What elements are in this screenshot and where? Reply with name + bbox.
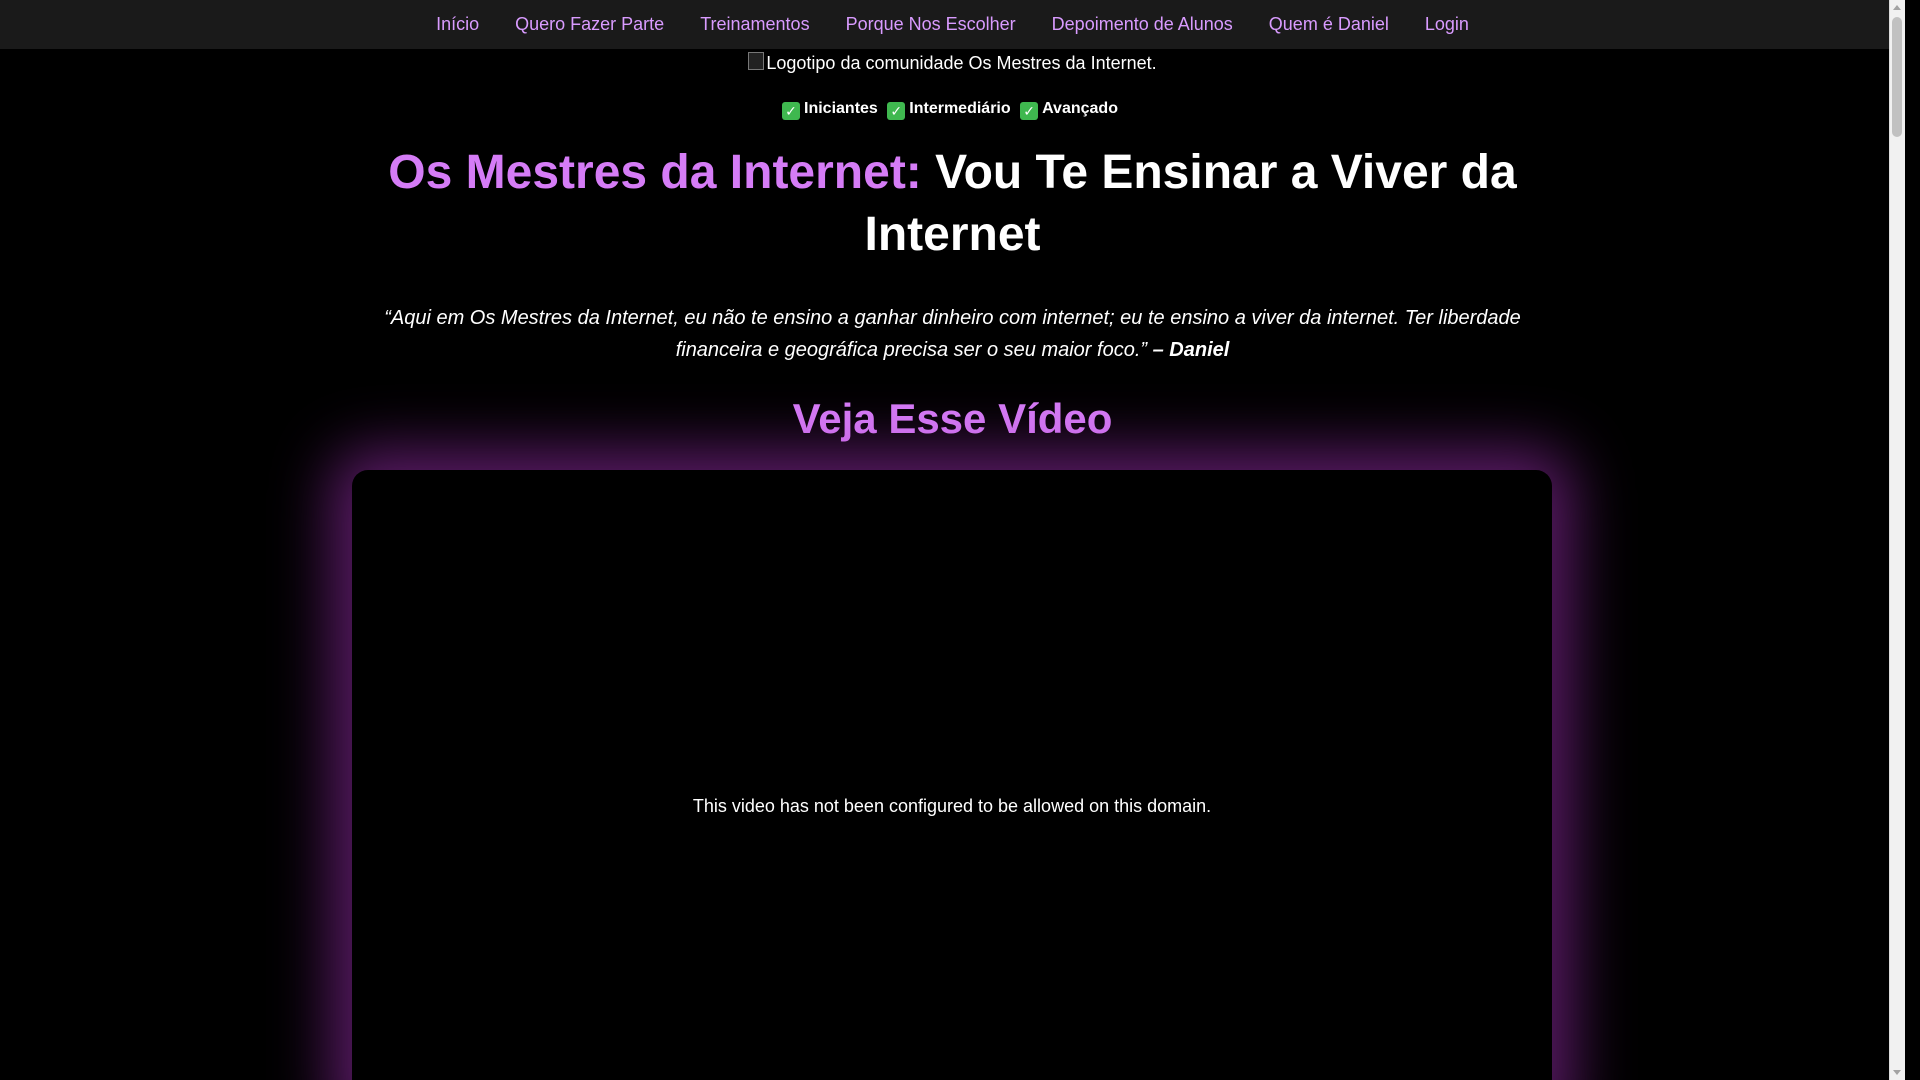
check-mark-icon: ✓ [887, 102, 906, 120]
founder-quote: “Aqui em Os Mestres da Internet, eu não … [383, 302, 1523, 366]
scrollbar-thumb[interactable] [1892, 17, 1902, 137]
nav-link-quem-e-daniel[interactable]: Quem é Daniel [1251, 0, 1407, 49]
video-player[interactable]: This video has not been configured to be… [352, 470, 1552, 1080]
video-section-title: Veja Esse Vídeo [792, 395, 1113, 442]
page: Início Quero Fazer Parte Treinamentos Po… [0, 0, 1905, 1080]
nav-link-treinamentos[interactable]: Treinamentos [682, 0, 827, 49]
scroll-down-arrow-icon[interactable] [1893, 1070, 1901, 1075]
top-navigation: Início Quero Fazer Parte Treinamentos Po… [0, 0, 1905, 49]
level-label-intermediario: Intermediário [909, 100, 1011, 117]
page-title-rest: Vou Te Ensinar a Viver da Internet [864, 146, 1517, 261]
nav-link-quero-fazer-parte[interactable]: Quero Fazer Parte [497, 0, 682, 49]
broken-image-icon [748, 52, 765, 70]
nav-link-depoimento-de-alunos[interactable]: Depoimento de Alunos [1034, 0, 1251, 49]
experience-levels: ✓ Iniciantes ✓ Intermediário ✓ Avançado [0, 100, 1905, 120]
quote-text: “Aqui em Os Mestres da Internet, eu não … [384, 307, 1521, 361]
check-mark-icon: ✓ [1020, 102, 1039, 120]
scroll-up-arrow-icon[interactable] [1893, 5, 1901, 10]
nav-link-porque-nos-escolher[interactable]: Porque Nos Escolher [828, 0, 1034, 49]
video-error-message: This video has not been configured to be… [692, 796, 1212, 816]
page-title-accent: Os Mestres da Internet: [388, 146, 922, 199]
logo-alt-text: Logotipo da comunidade Os Mestres da Int… [766, 53, 1157, 73]
level-label-iniciantes: Iniciantes [804, 100, 878, 117]
page-scrollbar[interactable] [1889, 0, 1905, 1080]
quote-author: – Daniel [1152, 339, 1230, 361]
broken-logo-image: Logotipo da comunidade Os Mestres da Int… [748, 52, 1157, 74]
level-label-avancado: Avançado [1042, 100, 1118, 117]
check-mark-icon: ✓ [782, 102, 801, 120]
nav-link-login[interactable]: Login [1407, 0, 1487, 49]
nav-link-inicio[interactable]: Início [418, 0, 497, 49]
page-title: Os Mestres da Internet: Vou Te Ensinar a… [373, 142, 1533, 266]
community-logo: Logotipo da comunidade Os Mestres da Int… [0, 52, 1905, 82]
